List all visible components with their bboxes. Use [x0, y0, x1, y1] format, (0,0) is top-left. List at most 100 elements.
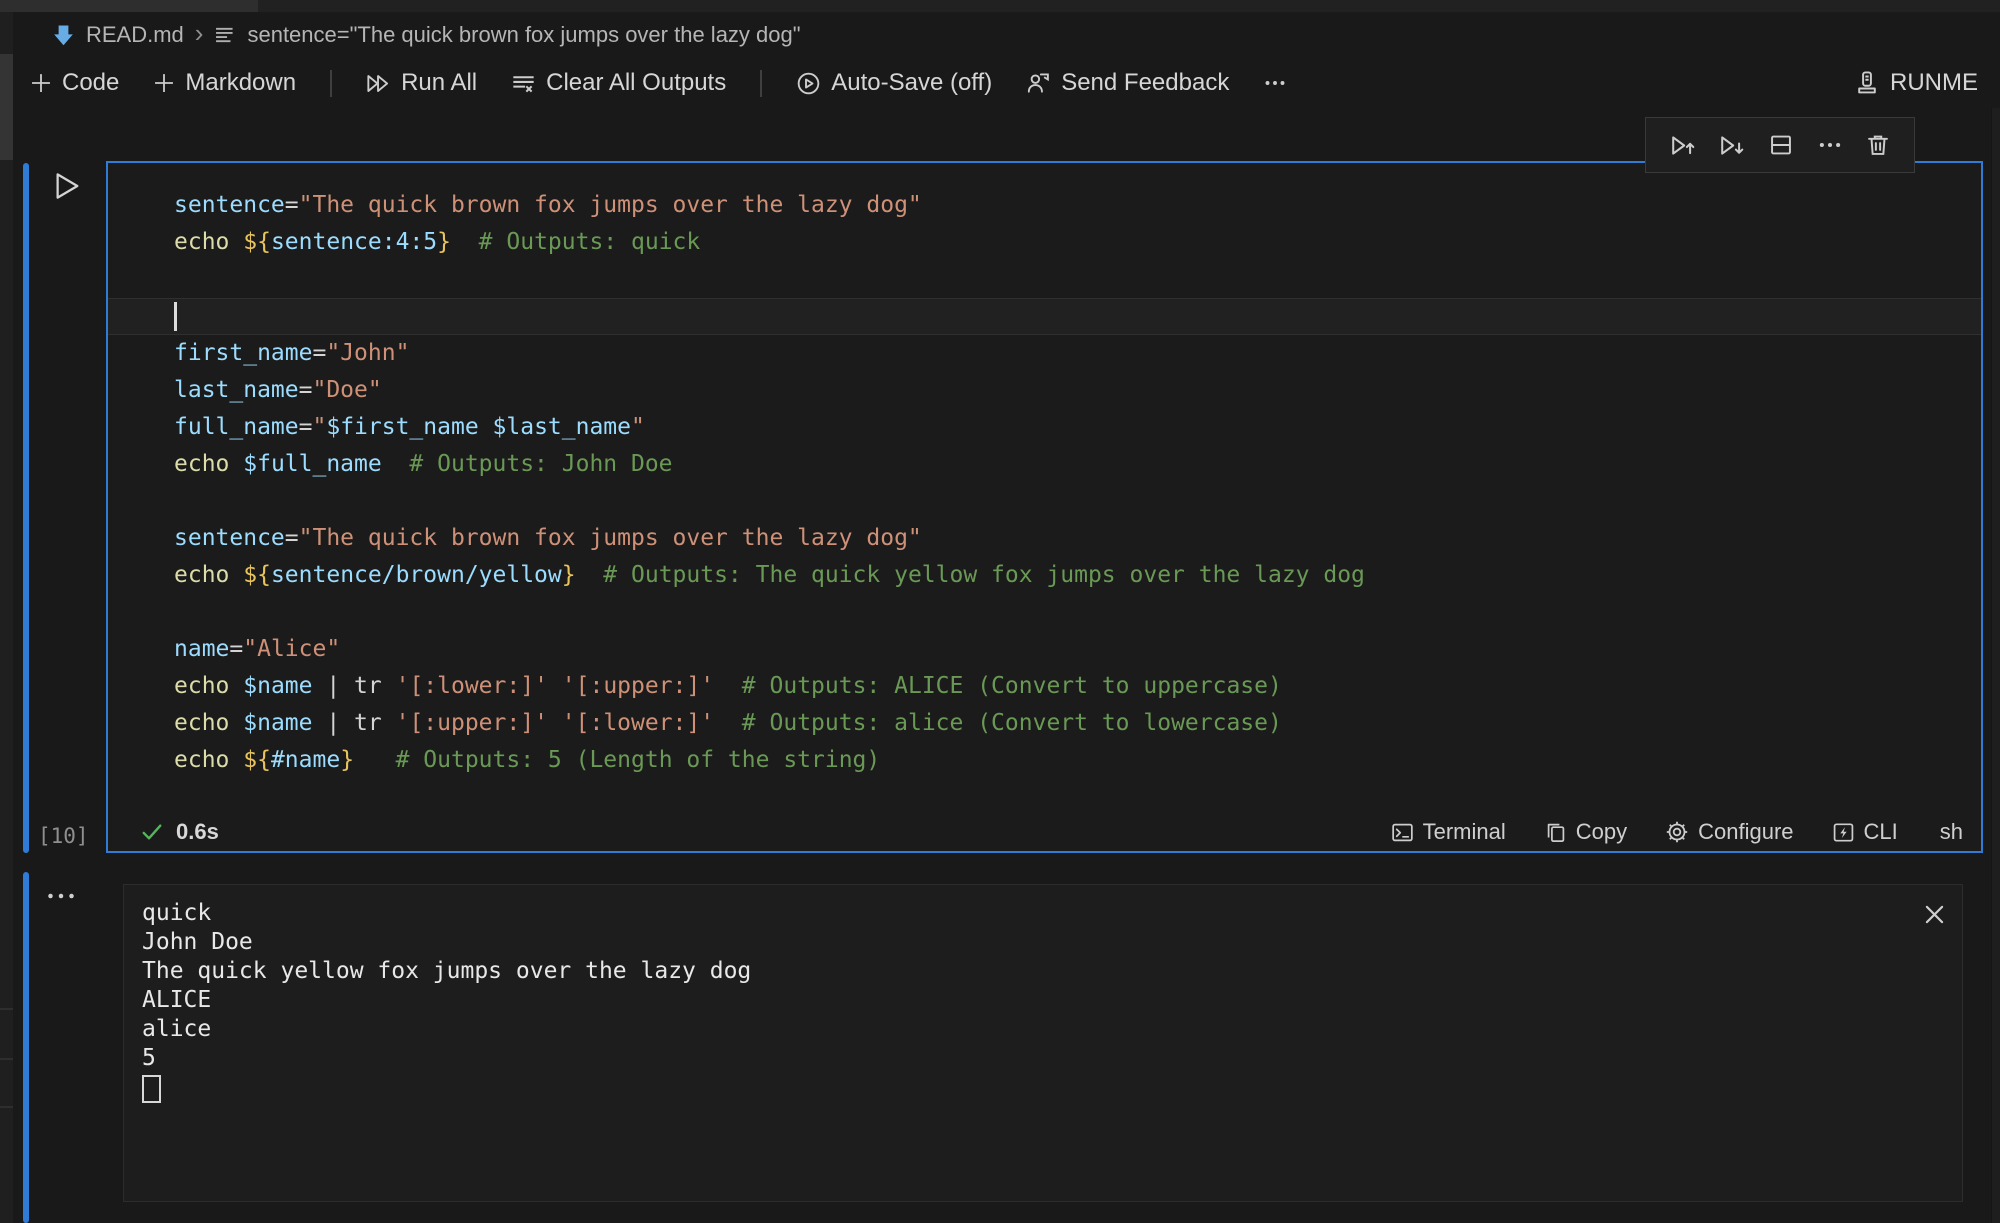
code-token: ${: [243, 562, 271, 588]
plus-icon: [30, 72, 52, 94]
code-token: [229, 562, 243, 588]
code-token: full_name: [174, 414, 299, 440]
code-token: [548, 710, 562, 736]
code-token: '[:upper:]': [396, 710, 548, 736]
code-line[interactable]: first_name="John": [174, 335, 1981, 372]
output-line: alice: [142, 1015, 751, 1044]
add-code-label: Code: [62, 69, 119, 97]
output-focus-bar: [23, 872, 29, 1223]
autosave-toggle[interactable]: Auto-Save (off): [796, 69, 992, 97]
code-editor[interactable]: sentence="The quick brown fox jumps over…: [108, 163, 1981, 813]
code-line[interactable]: sentence="The quick brown fox jumps over…: [174, 520, 1981, 557]
code-line[interactable]: [174, 594, 1981, 631]
terminal-icon: [1391, 821, 1414, 844]
code-line[interactable]: sentence="The quick brown fox jumps over…: [174, 187, 1981, 224]
stamp-icon: [1854, 70, 1880, 96]
code-line[interactable]: [174, 483, 1981, 520]
code-line[interactable]: name="Alice": [174, 631, 1981, 668]
code-token: $name: [243, 710, 312, 736]
send-feedback-button[interactable]: Send Feedback: [1026, 69, 1229, 97]
send-feedback-label: Send Feedback: [1061, 69, 1229, 97]
code-line[interactable]: echo ${#name} # Outputs: 5 (Length of th…: [174, 742, 1981, 779]
code-token: [229, 747, 243, 773]
clear-all-outputs-button[interactable]: Clear All Outputs: [511, 69, 726, 97]
code-token: "Doe": [312, 377, 381, 403]
copy-icon: [1544, 821, 1567, 844]
code-line[interactable]: full_name="$first_name $last_name": [174, 409, 1981, 446]
cli-button[interactable]: CLI: [1832, 819, 1898, 845]
cell-more-icon[interactable]: [1817, 132, 1843, 158]
code-token: echo: [174, 229, 229, 255]
code-token: echo: [174, 562, 229, 588]
symbol-list-icon: [214, 24, 236, 46]
code-token: name: [174, 636, 229, 662]
terminal-button[interactable]: Terminal: [1391, 819, 1506, 845]
code-line[interactable]: [174, 261, 1981, 298]
output-content: quickJohn DoeThe quick yellow fox jumps …: [142, 899, 751, 1103]
code-token: echo: [174, 673, 229, 699]
add-code-button[interactable]: Code: [30, 69, 119, 97]
left-edge-panel: [0, 12, 13, 1223]
execute-above-icon[interactable]: [1669, 132, 1696, 159]
code-cell: sentence="The quick brown fox jumps over…: [106, 161, 1983, 853]
code-line[interactable]: last_name="Doe": [174, 372, 1981, 409]
text-cursor: [174, 302, 177, 331]
configure-button[interactable]: Configure: [1665, 819, 1793, 845]
runme-brand[interactable]: RUNME: [1854, 69, 1978, 97]
scrollbar-gutter[interactable]: [1991, 108, 2000, 1223]
circle-play-icon: [796, 71, 821, 96]
cell-focus-bar: [23, 163, 29, 853]
cell-language-picker[interactable]: sh: [1940, 819, 1963, 845]
breadcrumb-symbol[interactable]: sentence="The quick brown fox jumps over…: [247, 22, 800, 48]
output-line: The quick yellow fox jumps over the lazy…: [142, 957, 751, 986]
code-token: $full_name: [243, 451, 381, 477]
code-token: [229, 673, 243, 699]
success-check-icon: [140, 820, 164, 844]
code-line[interactable]: [108, 298, 1981, 335]
copy-button[interactable]: Copy: [1544, 819, 1627, 845]
gear-icon: [1665, 820, 1689, 844]
code-token: | tr: [313, 710, 396, 736]
code-token: [229, 451, 243, 477]
code-token: # Outputs: quick: [451, 229, 700, 255]
output-menu-button[interactable]: [46, 886, 76, 906]
code-token: sentence/brown/yellow: [271, 562, 562, 588]
breadcrumb-file[interactable]: READ.md: [86, 22, 184, 48]
clear-all-outputs-label: Clear All Outputs: [546, 69, 726, 97]
configure-label: Configure: [1698, 819, 1793, 845]
terminal-block-cursor: [142, 1075, 161, 1103]
notebook-window: READ.md › sentence="The quick brown fox …: [0, 0, 2000, 1223]
code-token: [229, 710, 243, 736]
code-token: }: [437, 229, 451, 255]
code-token: [479, 414, 493, 440]
code-token: sentence:4:5: [271, 229, 437, 255]
code-line[interactable]: echo $name | tr '[:upper:]' '[:lower:]' …: [174, 705, 1981, 742]
run-all-button[interactable]: Run All: [366, 69, 477, 97]
code-token: ": [312, 414, 326, 440]
run-cell-button[interactable]: [52, 171, 82, 201]
code-line[interactable]: echo $full_name # Outputs: John Doe: [174, 446, 1981, 483]
runme-brand-label: RUNME: [1890, 69, 1978, 97]
code-line[interactable]: echo ${sentence:4:5} # Outputs: quick: [174, 224, 1981, 261]
trash-icon[interactable]: [1865, 132, 1891, 158]
code-token: $name: [243, 673, 312, 699]
code-token: =: [229, 636, 243, 662]
toolbar-more-button[interactable]: [1263, 71, 1287, 95]
cell-toolbar: [1645, 117, 1915, 173]
code-token: sentence: [174, 525, 285, 551]
close-output-icon[interactable]: [1921, 901, 1948, 928]
ellipsis-icon: [1263, 71, 1287, 95]
execute-below-icon[interactable]: [1718, 132, 1745, 159]
split-cell-icon[interactable]: [1768, 132, 1794, 158]
active-tab-edge[interactable]: [0, 0, 258, 12]
code-line[interactable]: echo ${sentence/brown/yellow} # Outputs:…: [174, 557, 1981, 594]
cell-status-bar: 0.6s Terminal Copy: [108, 813, 1981, 851]
code-token: #name: [271, 747, 340, 773]
run-all-icon: [366, 71, 391, 96]
code-token: # Outputs: ALICE (Convert to uppercase): [714, 673, 1282, 699]
code-token: '[:lower:]': [396, 673, 548, 699]
code-token: [548, 673, 562, 699]
add-markdown-button[interactable]: Markdown: [153, 69, 296, 97]
code-line[interactable]: echo $name | tr '[:lower:]' '[:upper:]' …: [174, 668, 1981, 705]
cli-label: CLI: [1864, 819, 1898, 845]
